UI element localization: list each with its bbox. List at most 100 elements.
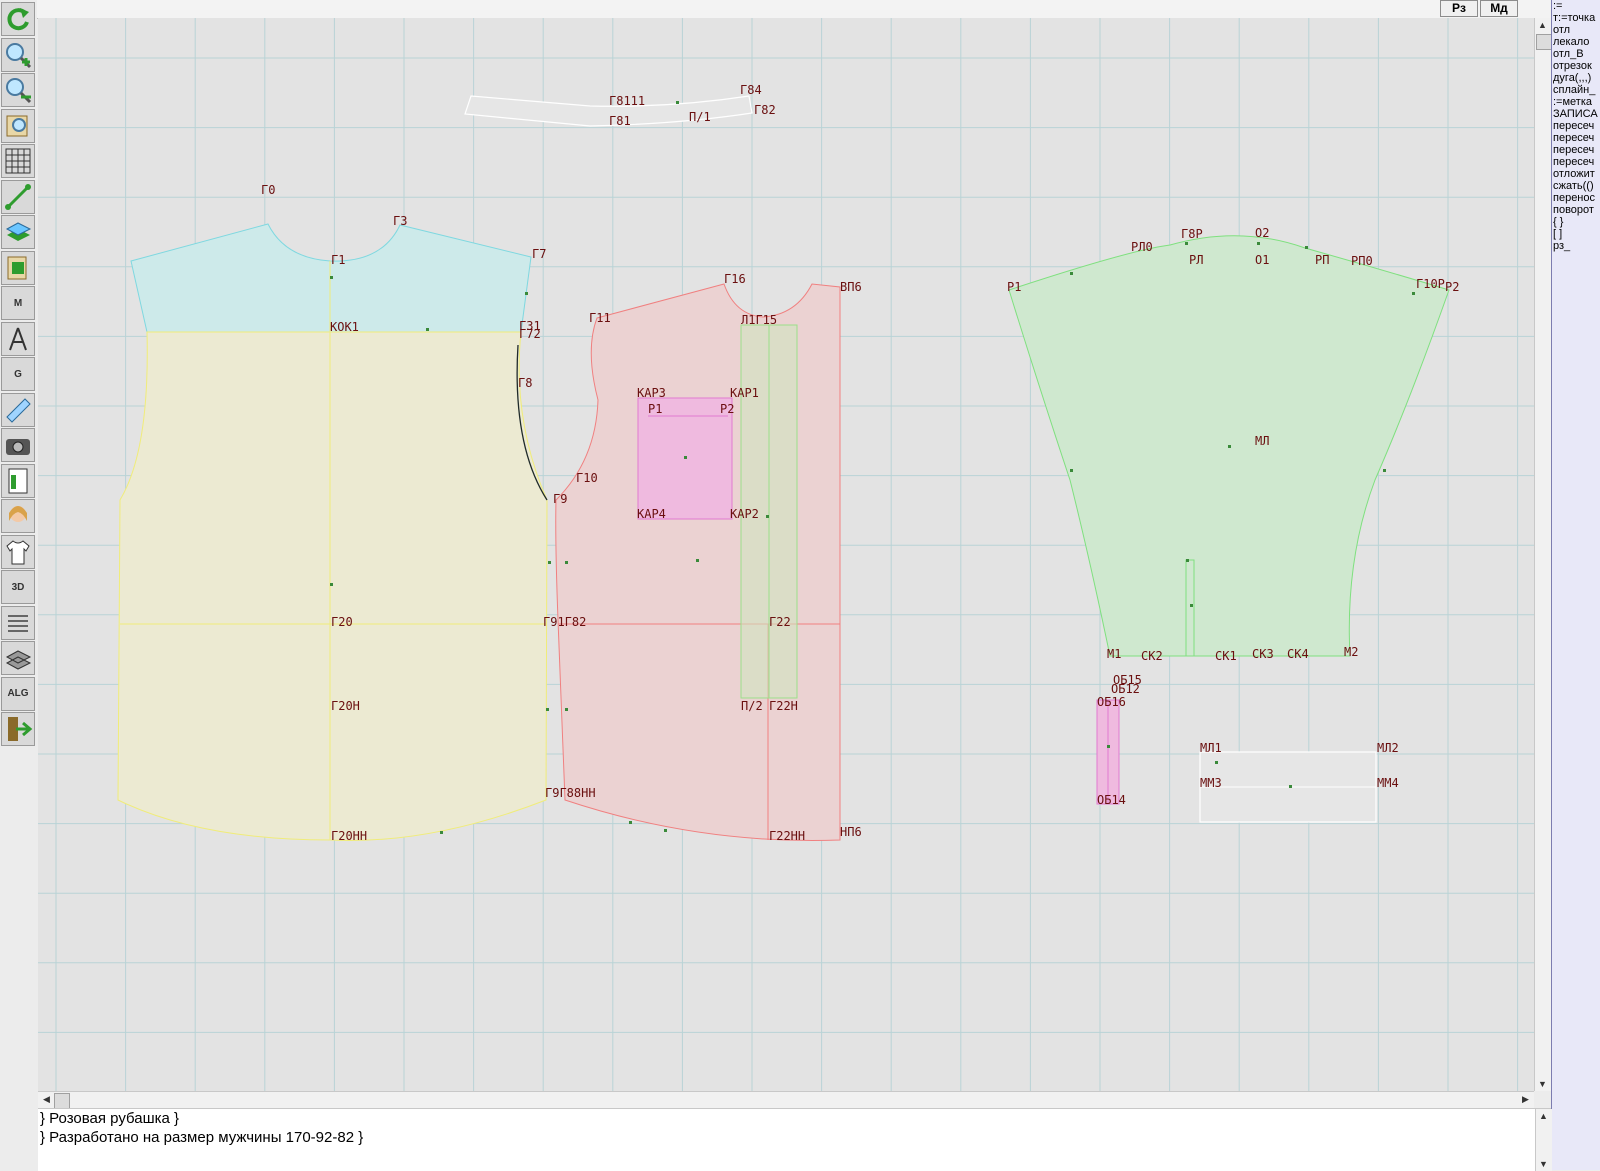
label-o2: О2: [1255, 226, 1269, 240]
label-p1: П/1: [689, 110, 711, 124]
label-rl0: РЛ0: [1131, 240, 1153, 254]
label-g81: Г81: [609, 114, 631, 128]
label-g20n: Г20Н: [331, 699, 360, 713]
info-panel: } Розовая рубашка } } Разработано на раз…: [38, 1108, 1552, 1171]
label-kar2: КАР2: [730, 507, 759, 521]
back-piece[interactable]: [117, 331, 548, 841]
label-mm4: ММ4: [1377, 776, 1399, 790]
label-g8: Г8: [518, 376, 532, 390]
layers-icon[interactable]: [1, 215, 35, 249]
label-ob16: ОБ16: [1097, 695, 1126, 709]
command-item[interactable]: перенос: [1552, 192, 1600, 204]
command-item[interactable]: :=: [1552, 0, 1600, 12]
command-item[interactable]: пересеч: [1552, 144, 1600, 156]
label-g10: Г10: [576, 471, 598, 485]
command-item[interactable]: дуга(,,,): [1552, 72, 1600, 84]
label-g1: Г1: [331, 253, 345, 267]
exit-icon[interactable]: [1, 712, 35, 746]
camera-icon[interactable]: [1, 428, 35, 462]
scroll-right-icon[interactable]: ▶: [1518, 1094, 1533, 1105]
pattern-drawing: Г8111 Г84 Г82 Г81 П/1 Г0 Г3 Г1 Г7 КОК1 Г…: [38, 18, 1534, 1091]
grid-icon[interactable]: [1, 144, 35, 178]
label-g8111: Г8111: [609, 94, 645, 108]
label-g72: Г72: [519, 327, 541, 341]
command-item[interactable]: отложит: [1552, 168, 1600, 180]
command-item[interactable]: пересеч: [1552, 120, 1600, 132]
label-g91g82: Г91Г82: [543, 615, 586, 629]
label-l1g15: Л1Г15: [741, 313, 777, 327]
command-item[interactable]: лекало: [1552, 36, 1600, 48]
label-g8r: Г8Р: [1181, 227, 1203, 241]
command-item[interactable]: отрезок: [1552, 60, 1600, 72]
label-g0: Г0: [261, 183, 275, 197]
command-item[interactable]: сжать((): [1552, 180, 1600, 192]
measure-m-icon[interactable]: M: [1, 286, 35, 320]
command-item[interactable]: пересеч: [1552, 132, 1600, 144]
label-g10r: Г10Р: [1416, 277, 1445, 291]
command-item[interactable]: { }: [1552, 216, 1600, 228]
label-sleeve-r1: Р1: [1007, 280, 1021, 294]
line-segment-icon[interactable]: [1, 179, 35, 214]
model-portrait-icon[interactable]: [1, 499, 35, 533]
vertical-scrollbar[interactable]: ▲ ▼: [1534, 18, 1552, 1091]
label-kar1: КАР1: [730, 386, 759, 400]
pattern-book-icon[interactable]: [1, 250, 35, 285]
label-ml2: МЛ2: [1377, 741, 1399, 755]
label-g9: Г9: [553, 492, 567, 506]
command-item[interactable]: отл_В: [1552, 48, 1600, 60]
label-g9g88nn: Г9Г88НН: [545, 786, 596, 800]
pattern-canvas[interactable]: Г8111 Г84 Г82 Г81 П/1 Г0 Г3 Г1 Г7 КОК1 Г…: [38, 18, 1534, 1091]
label-ml: МЛ: [1255, 434, 1269, 448]
info-scroll-up-icon[interactable]: ▲: [1536, 1111, 1551, 1121]
horizontal-scrollbar[interactable]: ◀ ▶: [38, 1091, 1534, 1109]
command-item[interactable]: поворот: [1552, 204, 1600, 216]
info-size: } Разработано на размер мужчины 170-92-8…: [40, 1129, 364, 1146]
zoom-in-icon[interactable]: [1, 37, 35, 72]
label-g22: Г22: [769, 615, 791, 629]
command-panel[interactable]: := т:=точка отл лекало отл_В отрезок дуга(,,,)…: [1551, 0, 1600, 1170]
document-icon[interactable]: [1, 605, 35, 640]
stack-icon[interactable]: [1, 641, 35, 675]
label-g22n: Г22Н: [769, 699, 798, 713]
zoom-out-icon[interactable]: [1, 73, 35, 107]
info-scrollbar[interactable]: ▲ ▼: [1535, 1109, 1552, 1171]
label-vp6: ВП6: [840, 280, 862, 294]
label-np6: НП6: [840, 825, 862, 839]
3d-view-icon[interactable]: 3D: [1, 570, 35, 604]
label-rp: РП: [1315, 253, 1329, 267]
info-scroll-down-icon[interactable]: ▼: [1536, 1159, 1551, 1169]
command-item[interactable]: ЗАПИСА: [1552, 108, 1600, 120]
compass-icon[interactable]: [1, 321, 35, 356]
scroll-up-icon[interactable]: ▲: [1535, 20, 1550, 30]
command-item[interactable]: рз_: [1552, 240, 1600, 252]
table-icon[interactable]: [1, 463, 35, 498]
command-item[interactable]: отл: [1552, 24, 1600, 36]
label-ob12: ОБ12: [1111, 682, 1140, 696]
zoom-fit-icon[interactable]: [1, 108, 35, 143]
command-item[interactable]: сплайн_: [1552, 84, 1600, 96]
command-item[interactable]: пересеч: [1552, 156, 1600, 168]
razmer-button[interactable]: Рз: [1440, 0, 1478, 17]
ruler-icon[interactable]: [1, 392, 35, 427]
horizontal-scroll-thumb[interactable]: [54, 1093, 70, 1109]
command-item[interactable]: [ ]: [1552, 228, 1600, 240]
label-g3: Г3: [393, 214, 407, 228]
curve-g-icon[interactable]: G: [1, 357, 35, 391]
vertical-scroll-thumb[interactable]: [1536, 34, 1552, 50]
scroll-left-icon[interactable]: ◀: [39, 1094, 54, 1105]
label-g20: Г20: [331, 615, 353, 629]
label-kar3: КАР3: [637, 386, 666, 400]
label-kok1: КОК1: [330, 320, 359, 334]
algorithm-icon[interactable]: ALG: [1, 676, 35, 711]
label-g82: Г82: [754, 103, 776, 117]
command-item[interactable]: т:=точка: [1552, 12, 1600, 24]
refresh-icon[interactable]: [1, 2, 35, 36]
scroll-down-icon[interactable]: ▼: [1535, 1079, 1550, 1089]
model-button[interactable]: Мд: [1480, 0, 1518, 17]
measure-m-icon-glyph: M: [13, 297, 23, 309]
shirt-icon[interactable]: [1, 534, 35, 569]
label-rl: РЛ: [1189, 253, 1203, 267]
curve-g-icon-glyph: G: [14, 368, 22, 380]
command-item[interactable]: :=метка: [1552, 96, 1600, 108]
label-m1: М1: [1107, 647, 1121, 661]
